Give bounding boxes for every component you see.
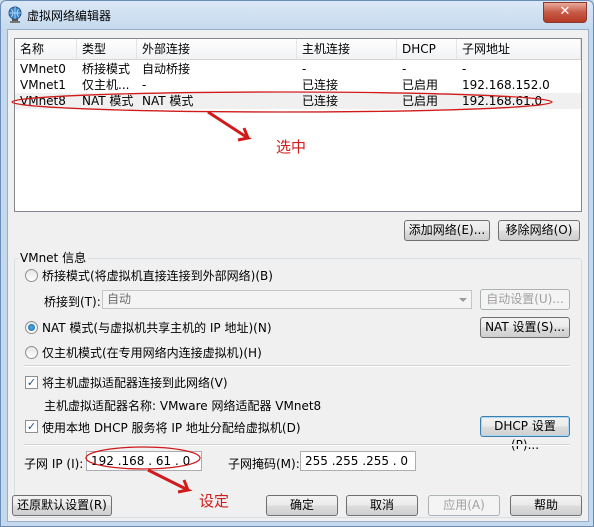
annotation-layer: [11, 91, 553, 494]
arrow-icon: [147, 468, 193, 494]
selection-ellipse: [11, 91, 553, 113]
ip-ellipse: [85, 446, 201, 470]
annotation-select-text: 选中: [276, 138, 307, 156]
annotation-set-text: 设定: [199, 492, 230, 510]
arrow-icon: [207, 110, 252, 142]
